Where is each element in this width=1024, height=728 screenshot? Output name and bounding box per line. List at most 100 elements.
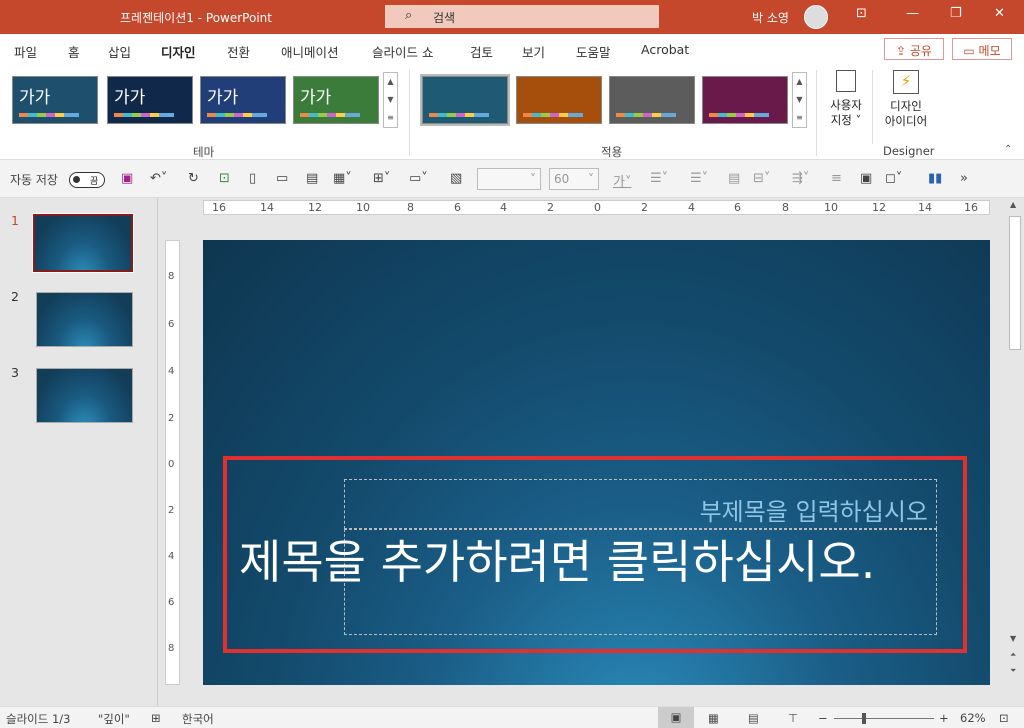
comment-icon: ▭ (963, 44, 975, 58)
restore-icon[interactable]: ❐ (950, 6, 962, 21)
columns-icon[interactable]: ⊟˅ (753, 171, 770, 186)
save-icon[interactable]: ▣ (121, 171, 133, 186)
tab-slideshow[interactable]: 슬라이드 쇼 (372, 42, 433, 61)
designer-group-label: Designer (883, 144, 935, 158)
next-slide-icon[interactable]: ⏷ (1010, 666, 1016, 676)
theme-group-label: 테마 (193, 145, 215, 159)
align-text-icon[interactable]: ≡ (831, 171, 842, 186)
zoom-in-icon[interactable]: + (939, 711, 949, 725)
zoom-out-icon[interactable]: − (818, 711, 828, 725)
zoom-level[interactable]: 62% (960, 711, 986, 725)
user-name[interactable]: 박 소영 (752, 9, 789, 26)
spell-check-icon[interactable]: ⊞ (151, 711, 161, 725)
tab-help[interactable]: 도움말 (576, 42, 611, 61)
menu-bar: 파일 홈 삽입 디자인 전환 애니메이션 슬라이드 쇼 검토 보기 도움말 Ac… (0, 34, 1024, 67)
slide-sorter-icon[interactable]: ▦ (708, 711, 719, 725)
tab-animations[interactable]: 애니메이션 (281, 42, 339, 61)
zoom-slider-knob[interactable] (862, 713, 866, 724)
vertical-ruler: 864202468 (165, 240, 180, 685)
print-preview-icon[interactable]: ▤ (306, 171, 318, 186)
variant-thumb-2[interactable] (516, 76, 602, 124)
slide-thumbnail-2[interactable] (36, 292, 133, 347)
variant-gallery-scroll[interactable]: ▲ ▼ ≡ (792, 72, 807, 128)
text-direction-icon[interactable]: ⇶˅ (792, 171, 809, 186)
fit-slide-icon[interactable]: ⊡ (999, 711, 1009, 725)
scroll-up-icon[interactable]: ▲ (1010, 200, 1016, 209)
quick-access-toolbar: 자동 저장 끔 ▣ ↶˅ ↻ ⊡ ▯ ▭ ▤ ▦˅ ⊞˅ ▭˅ ▧ ˅ 60 ˅ … (0, 160, 1024, 198)
designer-button[interactable]: ⚡ 디자인 아이디어 (878, 70, 934, 140)
designer-label-2: 아이디어 (884, 114, 928, 128)
slide-canvas[interactable]: 부제목을 입력하십시오 제목을 추가하려면 클릭하십시오. (203, 240, 990, 685)
ribbon-divider (409, 70, 410, 156)
tab-acrobat[interactable]: Acrobat (641, 42, 689, 57)
horizontal-ruler: 16 14 12 10 8 6 4 2 0 2 4 6 8 10 12 14 16 (203, 200, 990, 215)
bullets-icon[interactable]: ☰˅ (650, 171, 668, 186)
subtitle-text: 부제목을 입력하십시오 (699, 498, 928, 526)
present-icon[interactable]: ⊡ (219, 171, 230, 186)
designer-label: 디자인 (890, 99, 922, 113)
slide-counter: 슬라이드 1/3 (6, 712, 71, 726)
new-slide-icon[interactable]: ⊞˅ (373, 171, 390, 186)
scrollbar-thumb[interactable] (1009, 216, 1021, 350)
ribbon-divider (872, 70, 873, 144)
align-icon[interactable]: ▤ (728, 171, 740, 186)
title-text[interactable]: 제목을 추가하려면 클릭하십시오. (239, 526, 875, 592)
section-icon[interactable]: ▭˅ (409, 171, 428, 186)
normal-view-icon[interactable]: ▣ (658, 707, 694, 728)
scroll-down-icon[interactable]: ▼ (1010, 634, 1016, 643)
new-file-icon[interactable]: ▯ (249, 171, 256, 186)
avatar[interactable] (804, 5, 828, 29)
undo-icon[interactable]: ↶˅ (150, 171, 167, 186)
picture-icon[interactable]: ▧ (450, 171, 462, 186)
minimize-icon[interactable]: — (906, 6, 919, 21)
tab-file[interactable]: 파일 (14, 42, 37, 61)
share-button[interactable]: ⇪ 공유 (884, 38, 944, 60)
variant-thumb-1[interactable] (420, 74, 510, 126)
more-commands-icon[interactable]: » (960, 171, 968, 186)
window-title: 프레젠테이션1 - PowerPoint (120, 11, 272, 25)
customize-button[interactable]: 사용자 지정 ˅ (826, 70, 866, 140)
ribbon: 가가 가가 가가 가가 ▲ ▼ ≡ 테마 ▲ ▼ ≡ 적용 사용자 지정 ˅ ⚡ 디자인… (0, 64, 1024, 160)
font-name-dropdown[interactable]: ˅ (477, 168, 541, 190)
numbering-icon[interactable]: ☰˅ (690, 171, 708, 186)
slide-thumbnail-3[interactable] (36, 368, 133, 423)
reading-view-icon[interactable]: ▤ (748, 711, 759, 725)
ribbon-display-icon[interactable]: ⊡ (856, 6, 867, 21)
language[interactable]: 한국어 (182, 711, 214, 727)
font-size-dropdown[interactable]: 60 ˅ (549, 168, 599, 190)
close-icon[interactable]: ✕ (994, 6, 1005, 21)
theme-thumb-4[interactable]: 가가 (293, 76, 379, 124)
theme-thumb-1[interactable]: 가가 (12, 76, 98, 124)
font-color-icon[interactable]: 가˅ (613, 171, 631, 190)
redo-icon[interactable]: ↻ (188, 171, 199, 186)
insert-picture-icon[interactable]: ▣ (860, 171, 872, 186)
tab-home[interactable]: 홈 (68, 42, 80, 61)
tab-review[interactable]: 검토 (470, 42, 493, 61)
shapes-icon[interactable]: ◻˅ (885, 171, 902, 186)
collapse-ribbon-icon[interactable]: ⌃ (1004, 144, 1012, 155)
autosave-toggle[interactable]: 끔 (69, 172, 105, 188)
variant-thumb-4[interactable] (702, 76, 788, 124)
theme-thumb-2[interactable]: 가가 (107, 76, 193, 124)
subtitle-placeholder[interactable]: 부제목을 입력하십시오 (344, 479, 937, 529)
open-icon[interactable]: ▭ (276, 171, 288, 186)
chart-icon[interactable]: ▮▮ (928, 171, 942, 186)
previous-slide-icon[interactable]: ⏶ (1010, 650, 1016, 660)
layout-icon[interactable]: ▦˅ (333, 171, 352, 186)
tab-view[interactable]: 보기 (522, 42, 545, 61)
tab-insert[interactable]: 삽입 (108, 42, 131, 61)
theme-thumb-3[interactable]: 가가 (200, 76, 286, 124)
zoom-slider[interactable] (834, 718, 934, 719)
slide-thumbnail-panel: 1 2 3 (0, 198, 158, 706)
slide-thumbnail-1[interactable] (32, 213, 134, 273)
ribbon-divider (816, 70, 817, 156)
variant-thumb-3[interactable] (609, 76, 695, 124)
search-box[interactable]: ⌕ 검색 (385, 5, 659, 28)
theme-gallery-scroll[interactable]: ▲ ▼ ≡ (383, 72, 398, 128)
tab-transitions[interactable]: 전환 (227, 42, 250, 61)
slideshow-icon[interactable]: ⊤ (788, 711, 798, 725)
title-bar: 프레젠테이션1 - PowerPoint ⌕ 검색 박 소영 ⊡ — ❐ ✕ (0, 0, 1024, 34)
slide-number: 3 (11, 365, 19, 380)
vertical-scrollbar[interactable]: ▲ ▼ ⏶ ⏷ (1006, 198, 1024, 706)
comments-button[interactable]: ▭ 메모 (952, 38, 1012, 60)
